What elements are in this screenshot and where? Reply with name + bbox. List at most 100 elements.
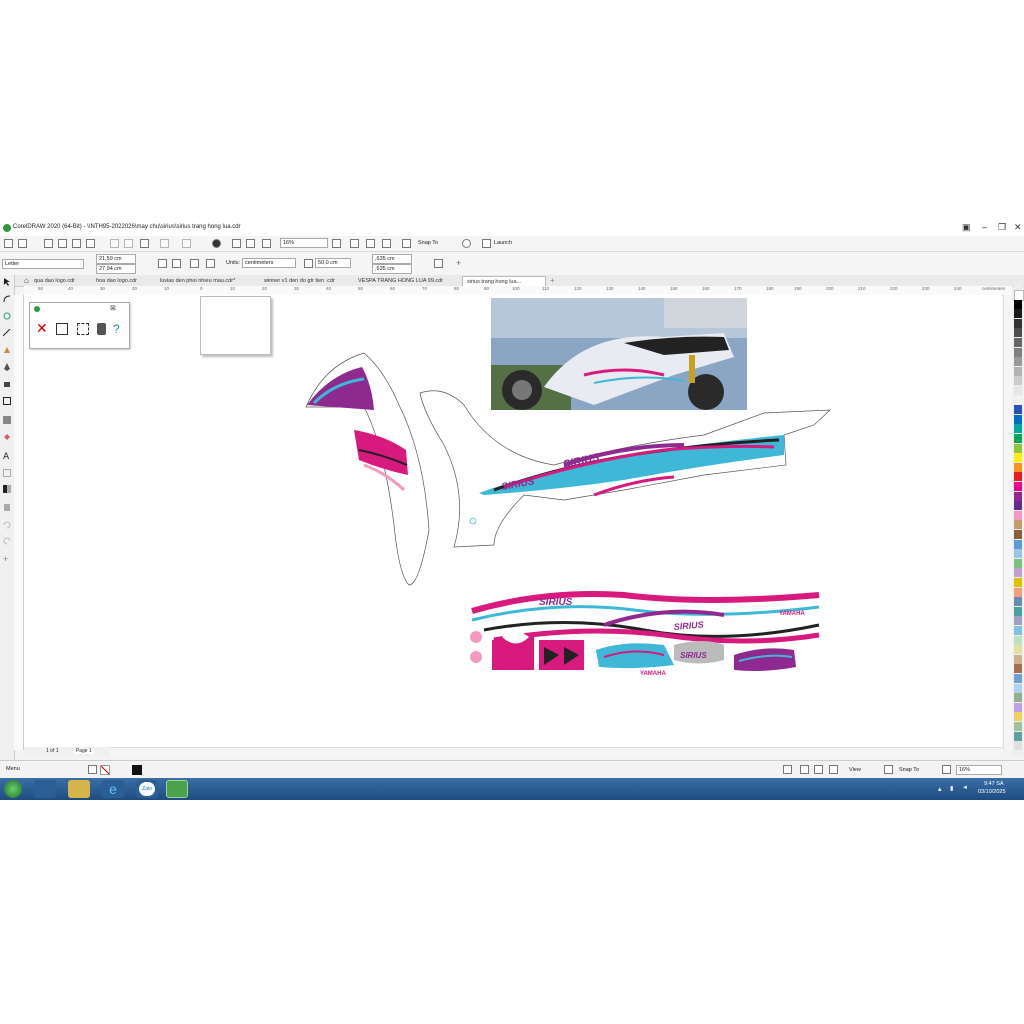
network-icon[interactable]: ▮ — [950, 785, 953, 792]
palette-swatch[interactable] — [1014, 626, 1022, 635]
status-icon-2[interactable] — [800, 765, 809, 774]
page-counter[interactable]: 1 of 1 — [46, 748, 59, 754]
units-select[interactable]: centimeters — [242, 258, 296, 268]
delete-icon[interactable] — [3, 503, 11, 511]
reference-photo[interactable] — [491, 298, 747, 410]
pick-tool-icon[interactable] — [3, 278, 11, 286]
palette-swatch[interactable] — [1014, 731, 1022, 741]
palette-swatch[interactable] — [1014, 597, 1022, 607]
internet-explorer-icon[interactable]: e — [102, 780, 124, 798]
undo-icon[interactable] — [160, 239, 169, 248]
eraser-tool-icon[interactable] — [3, 380, 11, 388]
vertical-scrollbar[interactable] — [1003, 295, 1013, 750]
options-gear-icon[interactable] — [462, 239, 471, 248]
corel-connect-icon[interactable] — [212, 239, 221, 248]
horizontal-scrollbar[interactable] — [110, 747, 1002, 757]
drawing-canvas[interactable]: YAMAHA SIRIUS SIRIUS SIRIUS SIRIUS YAMAH… — [24, 295, 1002, 750]
palette-swatch[interactable] — [1014, 424, 1022, 434]
palette-swatch[interactable] — [1014, 328, 1022, 338]
palette-swatch[interactable] — [1014, 491, 1022, 501]
selection-rect-icon[interactable] — [77, 323, 89, 335]
palette-swatch[interactable] — [1014, 366, 1022, 376]
clipboard-icon[interactable] — [97, 323, 106, 335]
outline-rect-icon[interactable] — [56, 323, 68, 335]
launch-icon[interactable] — [482, 239, 491, 248]
snap-icon[interactable] — [402, 239, 411, 248]
redo-icon[interactable] — [182, 239, 191, 248]
tab-winner-v1[interactable]: winner v1 den do gtr tien .cdr — [260, 276, 339, 286]
paste-icon[interactable] — [140, 239, 149, 248]
open-icon[interactable] — [18, 239, 27, 248]
duplicate-y-field[interactable]: ,635 cm — [372, 264, 412, 274]
palette-swatch[interactable] — [1014, 453, 1022, 463]
palette-swatch[interactable] — [1014, 472, 1022, 482]
add-toolbar-icon[interactable]: + — [456, 258, 461, 268]
shape-tool-icon[interactable] — [3, 295, 11, 303]
menu-button[interactable]: Menu — [6, 766, 20, 772]
media-player-icon[interactable] — [34, 780, 56, 798]
undo-side-icon[interactable] — [3, 521, 11, 529]
palette-swatch[interactable] — [1014, 357, 1022, 367]
palette-swatch[interactable] — [1014, 722, 1022, 731]
freehand-tool-icon[interactable] — [2, 328, 11, 337]
palette-swatch[interactable] — [1014, 539, 1022, 549]
add-tool-plus-icon[interactable]: + — [3, 555, 11, 564]
tab-luvias[interactable]: luvias den phoi nhieu mau.cdr* — [156, 276, 239, 286]
full-screen-icon[interactable] — [332, 239, 341, 248]
page-width-field[interactable]: 21,59 cm — [96, 254, 136, 264]
page-size-select[interactable]: Letter — [2, 259, 84, 269]
palette-swatch[interactable] — [1014, 376, 1022, 386]
status-icon-4[interactable] — [829, 765, 838, 774]
palette-swatch[interactable] — [1014, 501, 1022, 511]
palette-swatch[interactable] — [1014, 683, 1022, 693]
tray-arrow-icon[interactable]: ▴ — [938, 785, 942, 793]
popup-close-icon[interactable]: ⊠ — [110, 304, 116, 312]
palette-swatch[interactable] — [1014, 309, 1022, 319]
transparency-tool-icon[interactable] — [3, 485, 11, 493]
palette-swatch[interactable] — [1014, 395, 1022, 405]
show-rulers-icon[interactable] — [350, 239, 359, 248]
palette-swatch[interactable] — [1014, 712, 1022, 722]
decal-sheet[interactable]: SIRIUS SIRIUS YAMAHA YAMAHA SIRIUS — [469, 584, 820, 677]
new-tab-plus-icon[interactable]: + — [546, 276, 559, 286]
pattern-tool-icon[interactable] — [3, 416, 11, 424]
side-body-decal[interactable]: SIRIUS SIRIUS — [419, 390, 831, 548]
palette-swatch[interactable] — [1014, 664, 1022, 674]
zoom-level-field[interactable]: 16% — [280, 238, 328, 248]
palette-swatch[interactable] — [1014, 674, 1022, 683]
palette-swatch[interactable] — [1014, 405, 1022, 415]
comment-icon[interactable] — [814, 765, 823, 774]
palette-swatch[interactable] — [1014, 338, 1022, 347]
all-pages-icon[interactable] — [190, 259, 199, 268]
front-panel-decal[interactable]: YAMAHA — [305, 352, 430, 586]
portrait-icon[interactable] — [158, 259, 167, 268]
tab-qua-dao-logo[interactable]: qua dao logo.cdr — [30, 276, 79, 286]
cloud-upload-icon[interactable] — [58, 239, 67, 248]
palette-swatch[interactable] — [1014, 558, 1022, 568]
palette-swatch[interactable] — [1014, 414, 1022, 424]
palette-swatch[interactable] — [1014, 443, 1022, 453]
print-icon[interactable] — [86, 239, 95, 248]
text-tool-icon[interactable]: A — [3, 451, 11, 462]
palette-swatch[interactable] — [1014, 741, 1022, 751]
palette-swatch[interactable] — [1014, 702, 1022, 712]
palette-swatch[interactable] — [1014, 482, 1022, 491]
snap-status-icon[interactable] — [884, 765, 893, 774]
no-fill-swatch[interactable] — [100, 765, 110, 775]
palette-swatch[interactable] — [1014, 434, 1022, 443]
cloud-download-icon[interactable] — [72, 239, 81, 248]
palette-swatch[interactable] — [1014, 299, 1022, 309]
palette-swatch[interactable] — [1014, 568, 1022, 578]
current-page-icon[interactable] — [206, 259, 215, 268]
file-explorer-icon[interactable] — [68, 780, 90, 798]
clock-date[interactable]: 03/10/2025 — [978, 789, 1006, 795]
redo-side-icon[interactable] — [3, 537, 11, 545]
publish-pdf-icon[interactable] — [262, 239, 271, 248]
table-tool-icon[interactable] — [3, 469, 11, 477]
palette-swatch[interactable] — [1014, 510, 1022, 520]
export-icon[interactable] — [246, 239, 255, 248]
help-question-icon[interactable]: ? — [113, 322, 120, 336]
outline-color-swatch[interactable] — [132, 765, 142, 775]
tab-hoa-dao-logo[interactable]: hoa dao logo.cdr — [92, 276, 141, 286]
artistic-media-icon[interactable] — [3, 346, 11, 354]
